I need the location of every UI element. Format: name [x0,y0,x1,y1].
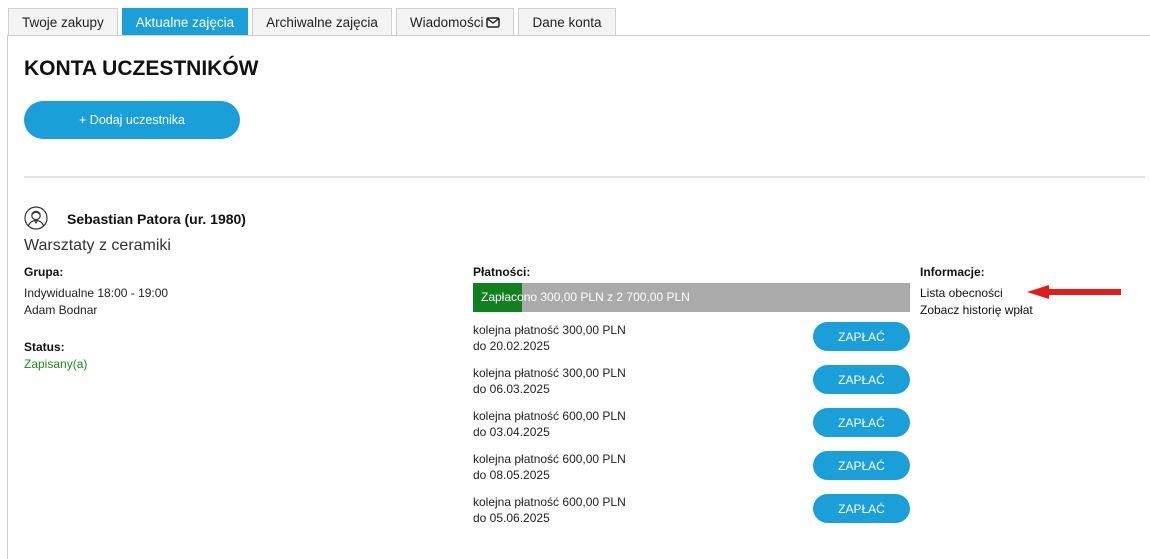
group-time: Indywidualne 18:00 - 19:00 [24,286,169,300]
tab-dane-konta[interactable]: Dane konta [518,8,616,36]
pay-button[interactable]: ZAPŁAĆ [813,451,910,480]
installment-description: kolejna płatność 600,00 PLN do 05.06.202… [473,494,626,526]
installment-row: kolejna płatność 300,00 PLN do 20.02.202… [473,322,913,358]
installment-due-date: do 03.04.2025 [473,425,550,439]
tab-label: Dane konta [532,15,602,30]
add-participant-button[interactable]: + Dodaj uczestnika [24,101,240,139]
instructor-name: Adam Bodnar [24,303,98,317]
tab-twoje-zakupy[interactable]: Twoje zakupy [8,8,118,36]
installment-due-date: do 05.06.2025 [473,511,550,525]
payment-history-link[interactable]: Zobacz historię wpłat [920,303,1033,317]
pay-button[interactable]: ZAPŁAĆ [813,322,910,351]
installment-amount: kolejna płatność 600,00 PLN [473,452,626,466]
installment-row: kolejna płatność 600,00 PLN do 08.05.202… [473,451,913,487]
info-label: Informacje: [920,265,985,279]
tab-label: Wiadomości [409,15,484,30]
tab-label: Twoje zakupy [22,15,104,30]
payment-progress-bar: Zapłacono 300,00 PLN z 2 700,00 PLN [473,283,910,312]
tab-aktualne-zajecia[interactable]: Aktualne zajęcia [121,8,249,36]
installment-due-date: do 08.05.2025 [473,468,550,482]
installment-due-date: do 20.02.2025 [473,339,550,353]
group-label: Grupa: [24,265,64,279]
installment-description: kolejna płatność 600,00 PLN do 03.04.202… [473,408,626,440]
pay-button[interactable]: ZAPŁAĆ [813,365,910,394]
installment-amount: kolejna płatność 600,00 PLN [473,409,626,423]
installment-row: kolejna płatność 600,00 PLN do 05.06.202… [473,494,913,530]
divider [24,176,1145,178]
installment-row: kolejna płatność 600,00 PLN do 03.04.202… [473,408,913,444]
tab-archiwalne-zajecia[interactable]: Archiwalne zajęcia [252,8,392,36]
installment-description: kolejna płatność 300,00 PLN do 06.03.202… [473,365,626,397]
installment-due-date: do 06.03.2025 [473,382,550,396]
installment-amount: kolejna płatność 300,00 PLN [473,366,626,380]
installment-amount: kolejna płatność 600,00 PLN [473,495,626,509]
page-title: KONTA UCZESTNIKÓW [24,57,259,80]
installment-row: kolejna płatność 300,00 PLN do 06.03.202… [473,365,913,401]
tab-label: Aktualne zajęcia [135,15,235,30]
status-label: Status: [24,340,65,354]
tab-wiadomosci[interactable]: Wiadomości [395,8,515,36]
payment-progress-text: Zapłacono 300,00 PLN z 2 700,00 PLN [481,290,690,304]
installment-description: kolejna płatność 600,00 PLN do 08.05.202… [473,451,626,483]
participant-name: Sebastian Patora (ur. 1980) [67,211,246,227]
pay-button[interactable]: ZAPŁAĆ [813,494,910,523]
tab-label: Archiwalne zajęcia [266,15,378,30]
payments-label: Płatności: [473,265,531,279]
attendance-list-link[interactable]: Lista obecności [920,286,1003,300]
tab-bar: Twoje zakupy Aktualne zajęcia Archiwalne… [8,8,620,36]
status-value: Zapisany(a) [24,357,88,371]
course-name: Warsztaty z ceramiki [24,237,171,254]
installment-description: kolejna płatność 300,00 PLN do 20.02.202… [473,322,626,354]
envelope-icon [486,17,501,28]
pay-button[interactable]: ZAPŁAĆ [813,408,910,437]
installment-amount: kolejna płatność 300,00 PLN [473,323,626,337]
user-avatar-icon [24,206,48,230]
red-arrow-icon [1027,284,1121,300]
